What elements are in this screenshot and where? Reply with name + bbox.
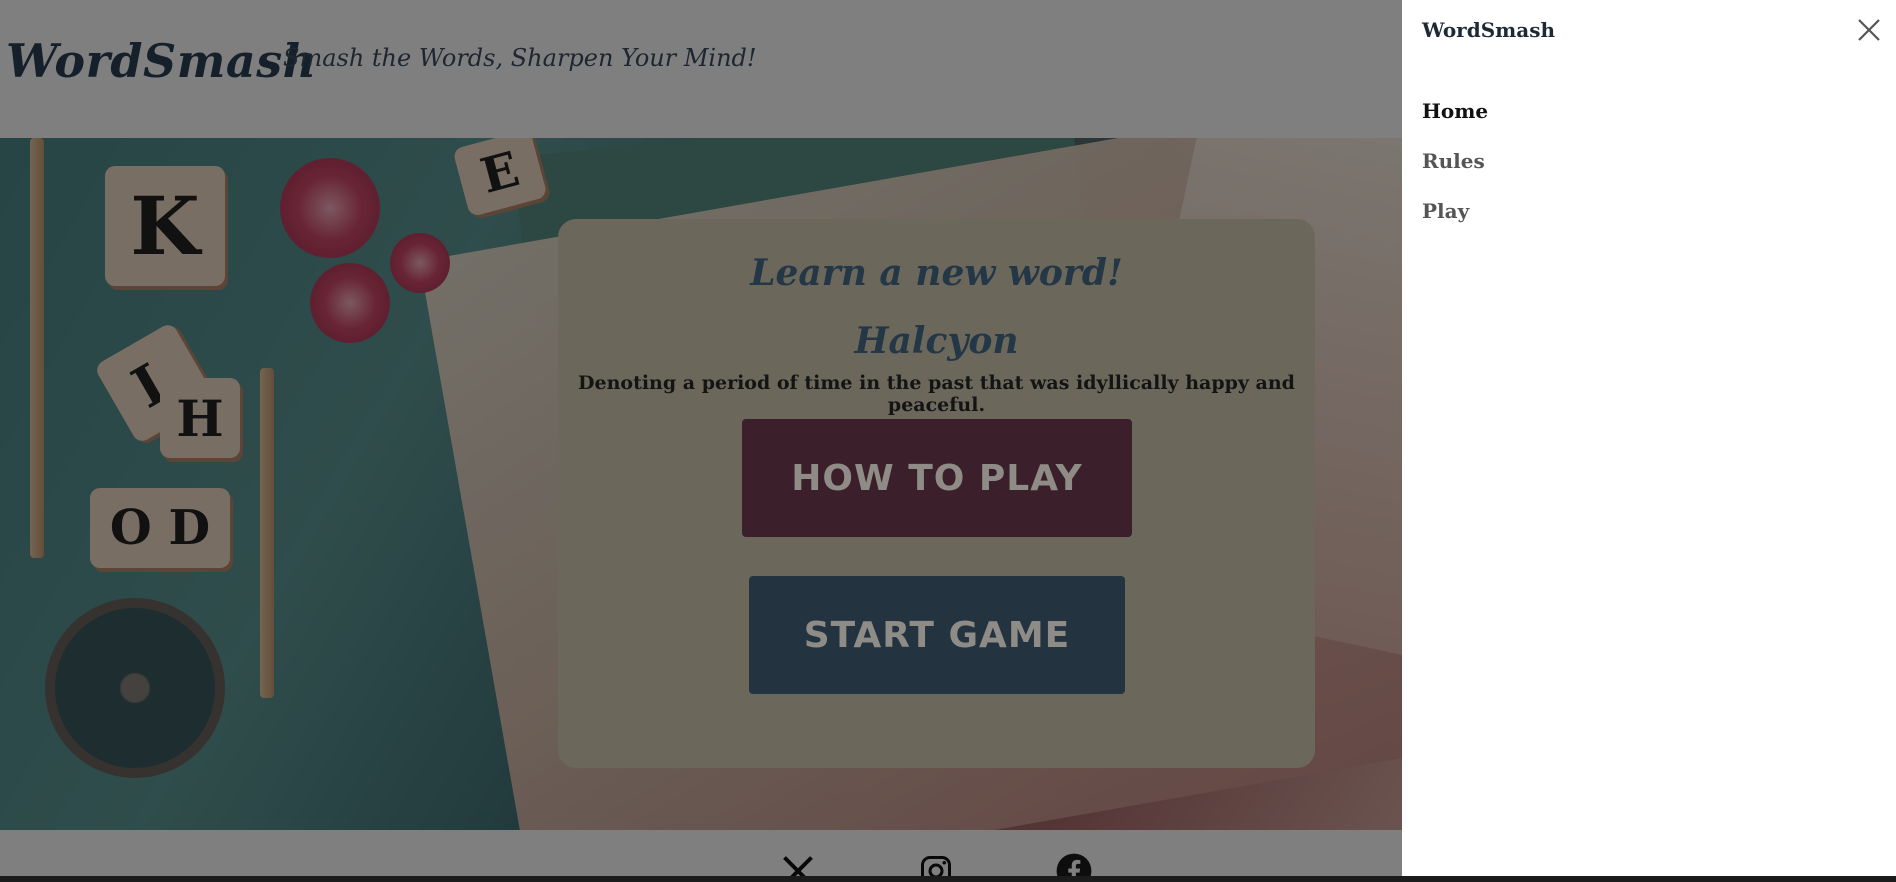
nav-item-rules[interactable]: Rules (1422, 149, 1485, 173)
side-navigation-drawer: WordSmash Home Rules Play (1402, 0, 1896, 876)
window-bottom-edge (0, 876, 1896, 882)
card-title: Learn a new word! (750, 252, 1123, 294)
nav-item-home[interactable]: Home (1422, 99, 1488, 123)
word-definition: Denoting a period of time in the past th… (578, 372, 1295, 416)
close-icon[interactable] (1855, 16, 1883, 44)
word-of-the-day-card: Learn a new word! Halcyon Denoting a per… (558, 219, 1315, 768)
featured-word: Halcyon (854, 320, 1019, 362)
start-game-button[interactable]: START GAME (749, 576, 1125, 694)
how-to-play-button[interactable]: HOW TO PLAY (742, 419, 1132, 537)
nav-item-play[interactable]: Play (1422, 199, 1469, 223)
drawer-brand[interactable]: WordSmash (1422, 18, 1555, 42)
